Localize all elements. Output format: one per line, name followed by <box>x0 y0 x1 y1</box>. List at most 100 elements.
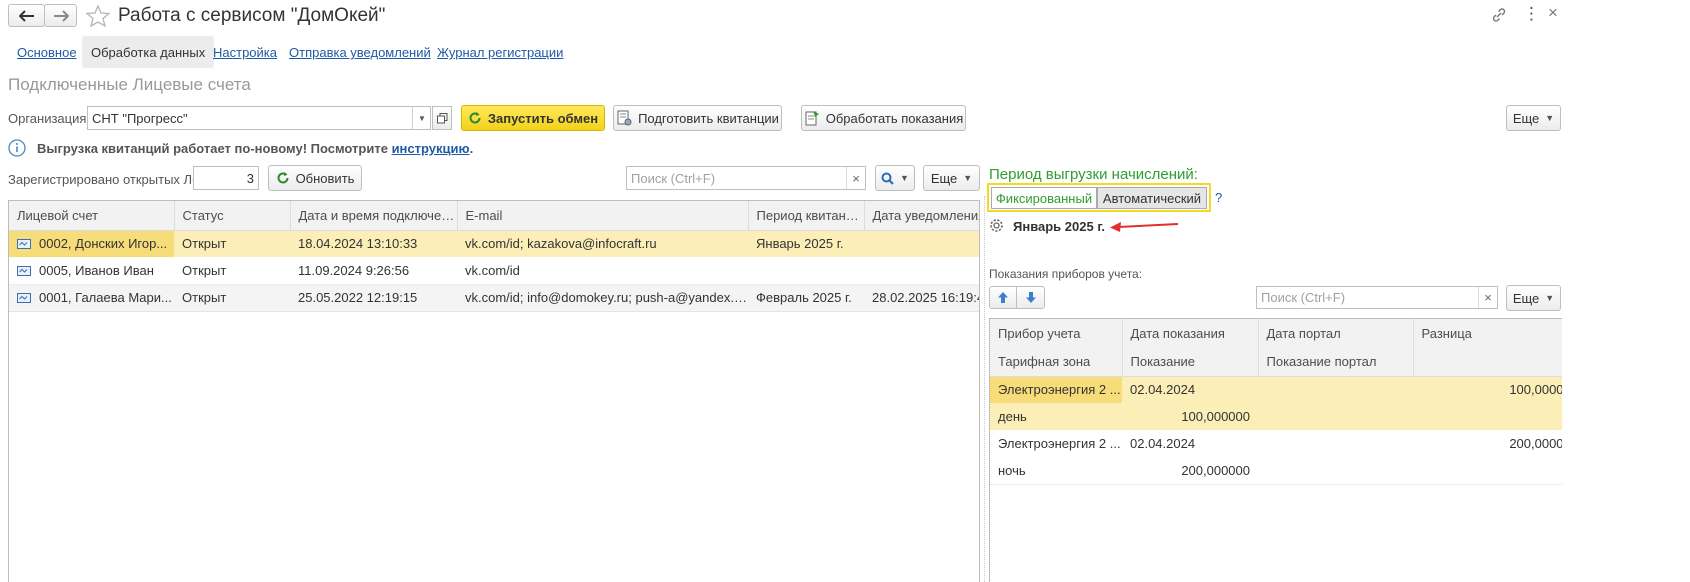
empty-cell <box>1413 457 1562 484</box>
meters-search-clear-button[interactable]: × <box>1478 287 1497 308</box>
accounts-search-placeholder: Поиск (Ctrl+F) <box>631 170 716 186</box>
tab-registration-log[interactable]: Журнал регистрации <box>437 45 563 60</box>
clear-icon: × <box>1484 290 1492 305</box>
device-cell: Электроэнергия 2 ... <box>998 436 1121 451</box>
account-card-icon <box>17 293 31 303</box>
email-cell: vk.com/id; kazakova@infocraft.ru <box>465 236 657 252</box>
table-row-sub[interactable]: ночь 200,000000 <box>990 457 1562 484</box>
reading-cell: 200,000000 <box>1181 462 1250 478</box>
table-row[interactable]: 0001, Галаева Мари... Открыт 25.05.2022 … <box>9 284 980 311</box>
process-readings-label: Обработать показания <box>825 110 964 126</box>
portal-reading-cell <box>1258 403 1413 430</box>
accounts-more-button[interactable]: Еще ▼ <box>923 165 980 191</box>
run-exchange-button[interactable]: Запустить обмен <box>461 105 605 131</box>
move-up-button[interactable] <box>989 286 1017 309</box>
status-cell: Открыт <box>182 290 227 305</box>
column-header-difference[interactable]: Разница <box>1413 319 1562 347</box>
table-row-sub[interactable]: день 100,000000 <box>990 403 1562 430</box>
tariff-zone-cell: ночь <box>998 462 1026 478</box>
account-card-icon <box>17 265 31 276</box>
period-auto-label: Автоматический <box>1102 190 1202 206</box>
accounts-search-input[interactable]: Поиск (Ctrl+F) <box>626 166 866 190</box>
chevron-down-icon: ▼ <box>1545 113 1555 123</box>
accounts-search-button[interactable]: ▼ <box>875 165 915 191</box>
arrow-right-icon <box>53 9 69 22</box>
refresh-icon <box>277 172 289 184</box>
link-icon[interactable] <box>1490 7 1508 23</box>
organization-field[interactable]: СНТ "Прогресс" <box>87 106 431 130</box>
tab-data-processing[interactable]: Обработка данных <box>82 36 215 68</box>
notified-cell: 28.02.2025 16:19:46 <box>872 290 980 305</box>
tab-settings[interactable]: Настройка <box>213 45 277 60</box>
column-header-reading[interactable]: Показание <box>1122 347 1259 376</box>
gear-icon[interactable] <box>989 218 1004 233</box>
column-header-reading-date[interactable]: Дата показания <box>1122 319 1259 347</box>
account-cell: 0002, Донских Игор... <box>9 230 174 257</box>
top-more-button[interactable]: Еще ▼ <box>1506 105 1561 131</box>
period-fixed-button[interactable]: Фиксированный <box>991 187 1097 209</box>
arrow-down-icon <box>1025 292 1036 303</box>
refresh-label: Обновить <box>295 170 355 186</box>
column-header-device[interactable]: Прибор учета <box>990 319 1123 347</box>
move-down-button[interactable] <box>1016 286 1045 309</box>
registered-accounts-label: Зарегистрировано открытых ЛС: <box>8 172 206 187</box>
status-cell: Открыт <box>182 262 227 278</box>
period-cell <box>748 257 864 284</box>
organization-open-button[interactable] <box>432 106 452 130</box>
period-cell: Январь 2025 г. <box>756 236 844 252</box>
difference-cell: 100,000000 <box>1509 382 1562 398</box>
forward-button[interactable] <box>44 4 77 27</box>
meters-title: Показания приборов учета: <box>989 267 1143 281</box>
account-cell: 0001, Галаева Мари... <box>9 284 174 311</box>
arrow-up-icon <box>998 292 1008 303</box>
table-row[interactable]: 0002, Донских Игор... Открыт 18.04.2024 … <box>9 230 979 257</box>
notified-cell <box>864 257 979 284</box>
accounts-more-label: Еще <box>930 170 958 186</box>
portal-date-cell <box>1258 376 1413 403</box>
table-row[interactable]: Электроэнергия 2 ... 02.04.2024 200,0000… <box>990 430 1562 457</box>
search-icon <box>881 172 894 185</box>
column-header-connected[interactable]: Дата и время подключения <box>290 201 458 231</box>
favorite-star-icon[interactable] <box>86 5 110 27</box>
table-row[interactable]: Электроэнергия 2 ... 02.04.2024 100,0000… <box>990 376 1562 403</box>
instruction-link[interactable]: инструкцию <box>392 141 470 156</box>
prepare-receipts-button[interactable]: Подготовить квитанции <box>613 105 782 131</box>
period-help-icon[interactable]: ? <box>1215 190 1222 205</box>
back-button[interactable] <box>8 4 45 27</box>
process-readings-button[interactable]: Обработать показания <box>801 105 966 131</box>
column-header-account[interactable]: Лицевой счет <box>9 201 175 231</box>
chevron-down-icon: ▼ <box>963 173 973 183</box>
column-header-notified[interactable]: Дата уведомления <box>864 201 979 231</box>
organization-value: СНТ "Прогресс" <box>92 110 188 126</box>
account-card-icon <box>17 239 31 250</box>
notified-cell <box>864 230 979 257</box>
panel-splitter[interactable] <box>984 196 985 582</box>
tab-notifications[interactable]: Отправка уведомлений <box>289 45 431 60</box>
column-header-period[interactable]: Период квитанции <box>748 201 865 231</box>
meters-header-row-top: Прибор учета Дата показания Дата портал … <box>990 319 1562 347</box>
column-header-status[interactable]: Статус <box>174 201 291 231</box>
more-actions-icon[interactable]: ⋮ <box>1523 4 1540 24</box>
accounts-search-clear-button[interactable]: × <box>846 167 865 189</box>
open-window-icon <box>436 112 447 123</box>
meters-header-row-bottom: Тарифная зона Показание Показание портал <box>990 347 1562 376</box>
email-cell: vk.com/id; info@domokey.ru; push-a@yande… <box>465 290 748 305</box>
refresh-icon <box>469 112 481 124</box>
period-fixed-label: Фиксированный <box>995 190 1093 206</box>
column-header-tariff-zone[interactable]: Тарифная зона <box>990 347 1123 376</box>
column-header-portal-reading[interactable]: Показание портал <box>1258 347 1414 376</box>
refresh-button[interactable]: Обновить <box>268 165 362 191</box>
meters-table: Прибор учета Дата показания Дата портал … <box>989 318 1562 582</box>
difference-cell: 200,000000 <box>1509 436 1562 451</box>
table-row[interactable]: 0005, Иванов Иван Открыт 11.09.2024 9:26… <box>9 257 979 284</box>
meters-more-button[interactable]: Еще ▼ <box>1506 285 1561 311</box>
column-header-email[interactable]: E-mail <box>457 201 749 231</box>
meters-search-input[interactable]: Поиск (Ctrl+F) <box>1256 286 1498 309</box>
tariff-zone-cell: день <box>998 409 1027 424</box>
organization-dropdown-button[interactable]: ▼ <box>412 106 431 130</box>
tab-basic[interactable]: Основное <box>17 45 77 60</box>
column-header-portal-date[interactable]: Дата портал <box>1258 319 1414 347</box>
chevron-down-icon: ▼ <box>418 113 426 123</box>
close-icon[interactable]: × <box>1548 3 1558 23</box>
period-auto-button[interactable]: Автоматический <box>1097 187 1207 209</box>
